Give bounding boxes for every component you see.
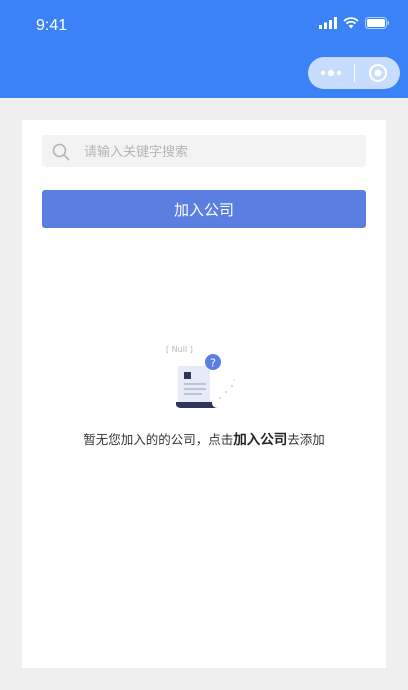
- content-card: 加入公司 [ Null ] ? 暂无您加入的的公司，点击加入公司去添加: [22, 120, 386, 668]
- mini-program-capsule: [308, 57, 400, 89]
- more-dots-icon: [320, 69, 342, 77]
- empty-message-suffix: 去添加: [287, 432, 325, 447]
- question-mark: ?: [210, 357, 216, 370]
- empty-message: 暂无您加入的的公司，点击加入公司去添加: [22, 428, 386, 448]
- null-tag: [ Null ]: [166, 345, 193, 354]
- join-company-button[interactable]: 加入公司: [42, 190, 366, 228]
- signal-icon: [319, 17, 337, 29]
- target-icon: [368, 64, 387, 82]
- search-input[interactable]: [82, 135, 356, 169]
- app-header: 9:41: [0, 0, 408, 98]
- battery-icon: [365, 17, 389, 29]
- status-icons: [319, 17, 390, 29]
- wifi-icon: [343, 17, 359, 29]
- search-bar: [42, 135, 366, 169]
- more-button[interactable]: [308, 69, 354, 77]
- search-icon: [52, 143, 70, 161]
- empty-message-link[interactable]: 加入公司: [233, 432, 287, 448]
- status-time: 9:41: [36, 17, 68, 34]
- empty-message-prefix: 暂无您加入的的公司，点击: [83, 432, 234, 447]
- close-miniprogram-button[interactable]: [355, 63, 400, 83]
- empty-document-icon: [ Null ] ?: [166, 345, 235, 408]
